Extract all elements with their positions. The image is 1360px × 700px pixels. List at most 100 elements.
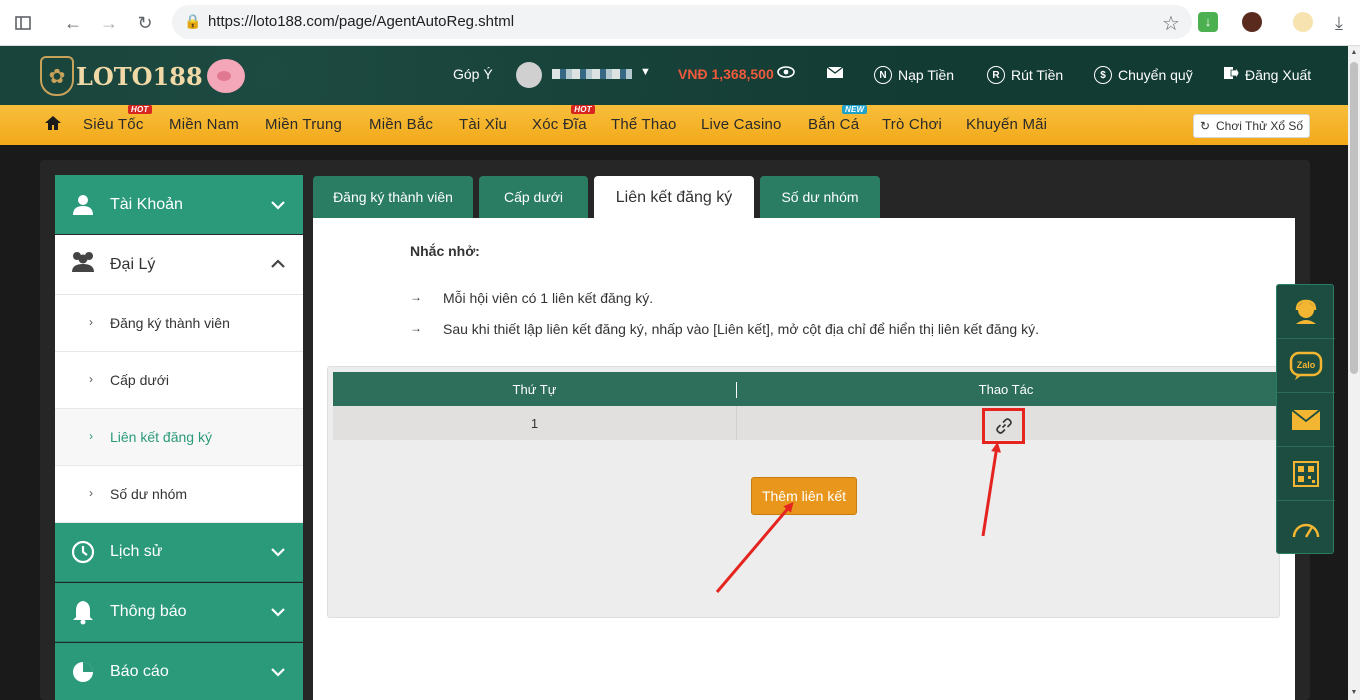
site-logo[interactable]: ✿ LOTO188: [40, 54, 245, 98]
nav-item-sieu-toc[interactable]: Siêu Tốc HOT: [83, 105, 152, 133]
transfer-icon: $: [1094, 66, 1112, 84]
tab-group-balance[interactable]: Số dư nhóm: [760, 176, 880, 218]
chevron-down-icon[interactable]: ▼: [640, 66, 651, 78]
address-bar[interactable]: 🔒 https://loto188.com/page/AgentAutoReg.…: [172, 5, 1192, 39]
sidebar-subitem-register-member[interactable]: › Đăng ký thành viên: [55, 295, 303, 352]
pig-mascot-icon: [206, 59, 245, 93]
nav-item-mien-nam[interactable]: Miền Nam: [169, 116, 239, 133]
user-icon: [69, 191, 97, 219]
sidebar-label: Lịch sử: [110, 543, 163, 560]
new-badge: NEW: [841, 105, 868, 114]
nav-label: Siêu Tốc: [83, 116, 144, 133]
main-nav: Siêu Tốc HOT Miền Nam Miền Trung Miền Bắ…: [0, 105, 1348, 145]
sidebar-item-agent[interactable]: Đại Lý: [55, 235, 303, 295]
annotation-arrow-add: [715, 501, 794, 593]
sidebar-label: Tài Khoản: [110, 195, 183, 213]
feedback-link[interactable]: Góp Ý: [453, 66, 493, 82]
sidebar-item-account[interactable]: Tài Khoản: [55, 175, 303, 234]
bookmark-star-icon[interactable]: ☆: [1160, 12, 1182, 35]
home-icon[interactable]: [44, 115, 64, 133]
chevron-right-icon: ›: [89, 372, 93, 386]
deposit-link[interactable]: N Nạp Tiền: [874, 66, 954, 84]
back-icon[interactable]: ←: [62, 12, 84, 34]
feedback-label: Góp Ý: [453, 66, 493, 82]
downloads-icon[interactable]: ⤓: [1328, 12, 1350, 34]
subitem-label: Liên kết đăng ký: [110, 429, 212, 445]
chevron-down-icon: [271, 197, 285, 213]
tab-subordinates[interactable]: Cấp dưới: [479, 176, 588, 218]
chevron-down-icon: [271, 544, 285, 560]
user-avatar[interactable]: [516, 62, 542, 88]
zalo-icon[interactable]: Zalo: [1277, 339, 1335, 393]
nav-item-mien-bac[interactable]: Miền Bắc: [369, 116, 433, 133]
sidebar-subitem-registration-link[interactable]: › Liên kết đăng ký: [55, 409, 303, 466]
lock-icon: 🔒: [184, 13, 202, 29]
annotation-arrows: [715, 442, 1002, 593]
chevron-right-icon: ›: [89, 315, 93, 329]
nav-item-the-thao[interactable]: Thể Thao: [611, 116, 677, 133]
sidebar-item-reports[interactable]: Báo cáo: [55, 643, 303, 700]
nav-label: Xóc Đĩa: [532, 116, 587, 133]
support-agent-icon[interactable]: [1277, 285, 1335, 339]
sidebar-item-notifications[interactable]: Thông báo: [55, 583, 303, 642]
logo-text: LOTO188: [76, 61, 203, 91]
scrollbar-thumb[interactable]: [1350, 62, 1358, 374]
download-extension-icon[interactable]: ↓: [1198, 12, 1218, 32]
url-text: https://loto188.com/page/AgentAutoReg.sh…: [208, 13, 515, 30]
tab-registration-link[interactable]: Liên kết đăng ký: [594, 176, 754, 220]
bell-icon: [69, 598, 97, 626]
nav-label: Bắn Cá: [808, 116, 860, 133]
chevron-up-icon: [271, 255, 285, 271]
sidebar-label: Thông báo: [110, 603, 187, 620]
subitem-label: Số dư nhóm: [110, 486, 188, 502]
profile-avatar-icon[interactable]: [1293, 12, 1313, 32]
chevron-down-icon: [271, 604, 285, 620]
speedometer-icon[interactable]: [1277, 501, 1335, 555]
email-icon[interactable]: [1277, 393, 1335, 447]
tab-register-member[interactable]: Đăng ký thành viên: [313, 176, 473, 218]
try-lottery-button[interactable]: ↻ Chơi Thử Xổ Số: [1193, 114, 1310, 138]
balance-display: VNĐ 1,368,500: [678, 66, 774, 82]
nav-item-tro-choi[interactable]: Trò Chơi: [882, 116, 942, 133]
scroll-down-icon[interactable]: ▼: [1348, 686, 1360, 700]
chevron-down-icon: [271, 664, 285, 680]
sidebar-label: Đại Lý: [110, 256, 156, 273]
nav-item-xoc-dia[interactable]: Xóc Đĩa HOT: [532, 105, 595, 133]
users-group-icon: [69, 250, 97, 279]
site-header: ✿ LOTO188 Góp Ý ▼ VNĐ 1,368,500 N Nạp Ti…: [0, 46, 1348, 105]
nav-item-khuyen-mai[interactable]: Khuyến Mãi: [966, 116, 1047, 133]
logout-link[interactable]: Đăng Xuất: [1223, 66, 1311, 83]
eye-icon[interactable]: [777, 66, 795, 78]
withdraw-link[interactable]: R Rút Tiền: [987, 66, 1063, 84]
balance-value: VNĐ 1,368,500: [678, 66, 774, 82]
svg-text:Zalo: Zalo: [1297, 360, 1316, 370]
deposit-label: Nạp Tiền: [898, 67, 955, 83]
nav-item-mien-trung[interactable]: Miền Trung: [265, 116, 342, 133]
lotus-logo-icon: ✿: [40, 56, 74, 96]
masked-username: [552, 69, 632, 79]
floating-contact-bar: Zalo: [1276, 284, 1335, 555]
extension-icon[interactable]: [1242, 12, 1262, 32]
transfer-link[interactable]: $ Chuyển quỹ: [1094, 66, 1193, 84]
sidebar-toggle-icon[interactable]: [12, 12, 34, 34]
logout-icon: [1223, 66, 1240, 83]
history-clock-icon: [69, 538, 97, 566]
pie-chart-icon: [69, 658, 97, 686]
nav-item-ban-ca[interactable]: Bắn Cá NEW: [808, 105, 868, 133]
sidebar-item-history[interactable]: Lịch sử: [55, 523, 303, 582]
browser-toolbar: ← → ↻ 🔒 https://loto188.com/page/AgentAu…: [0, 0, 1360, 46]
qr-code-icon[interactable]: [1277, 447, 1335, 501]
transfer-label: Chuyển quỹ: [1118, 67, 1193, 83]
nav-item-live-casino[interactable]: Live Casino: [701, 116, 782, 133]
sidebar-subitem-group-balance[interactable]: › Số dư nhóm: [55, 466, 303, 523]
scroll-up-icon[interactable]: ▲: [1348, 46, 1360, 60]
forward-icon[interactable]: →: [98, 12, 120, 34]
withdraw-icon: R: [987, 66, 1005, 84]
reload-icon[interactable]: ↻: [134, 12, 156, 34]
sidebar-subitem-subordinates[interactable]: › Cấp dưới: [55, 352, 303, 409]
hot-badge: HOT: [128, 105, 152, 114]
mail-icon[interactable]: [826, 66, 844, 79]
nav-item-tai-xiu[interactable]: Tài Xỉu: [459, 116, 507, 133]
deposit-icon: N: [874, 66, 892, 84]
try-lottery-label: Chơi Thử Xổ Số: [1216, 119, 1304, 133]
